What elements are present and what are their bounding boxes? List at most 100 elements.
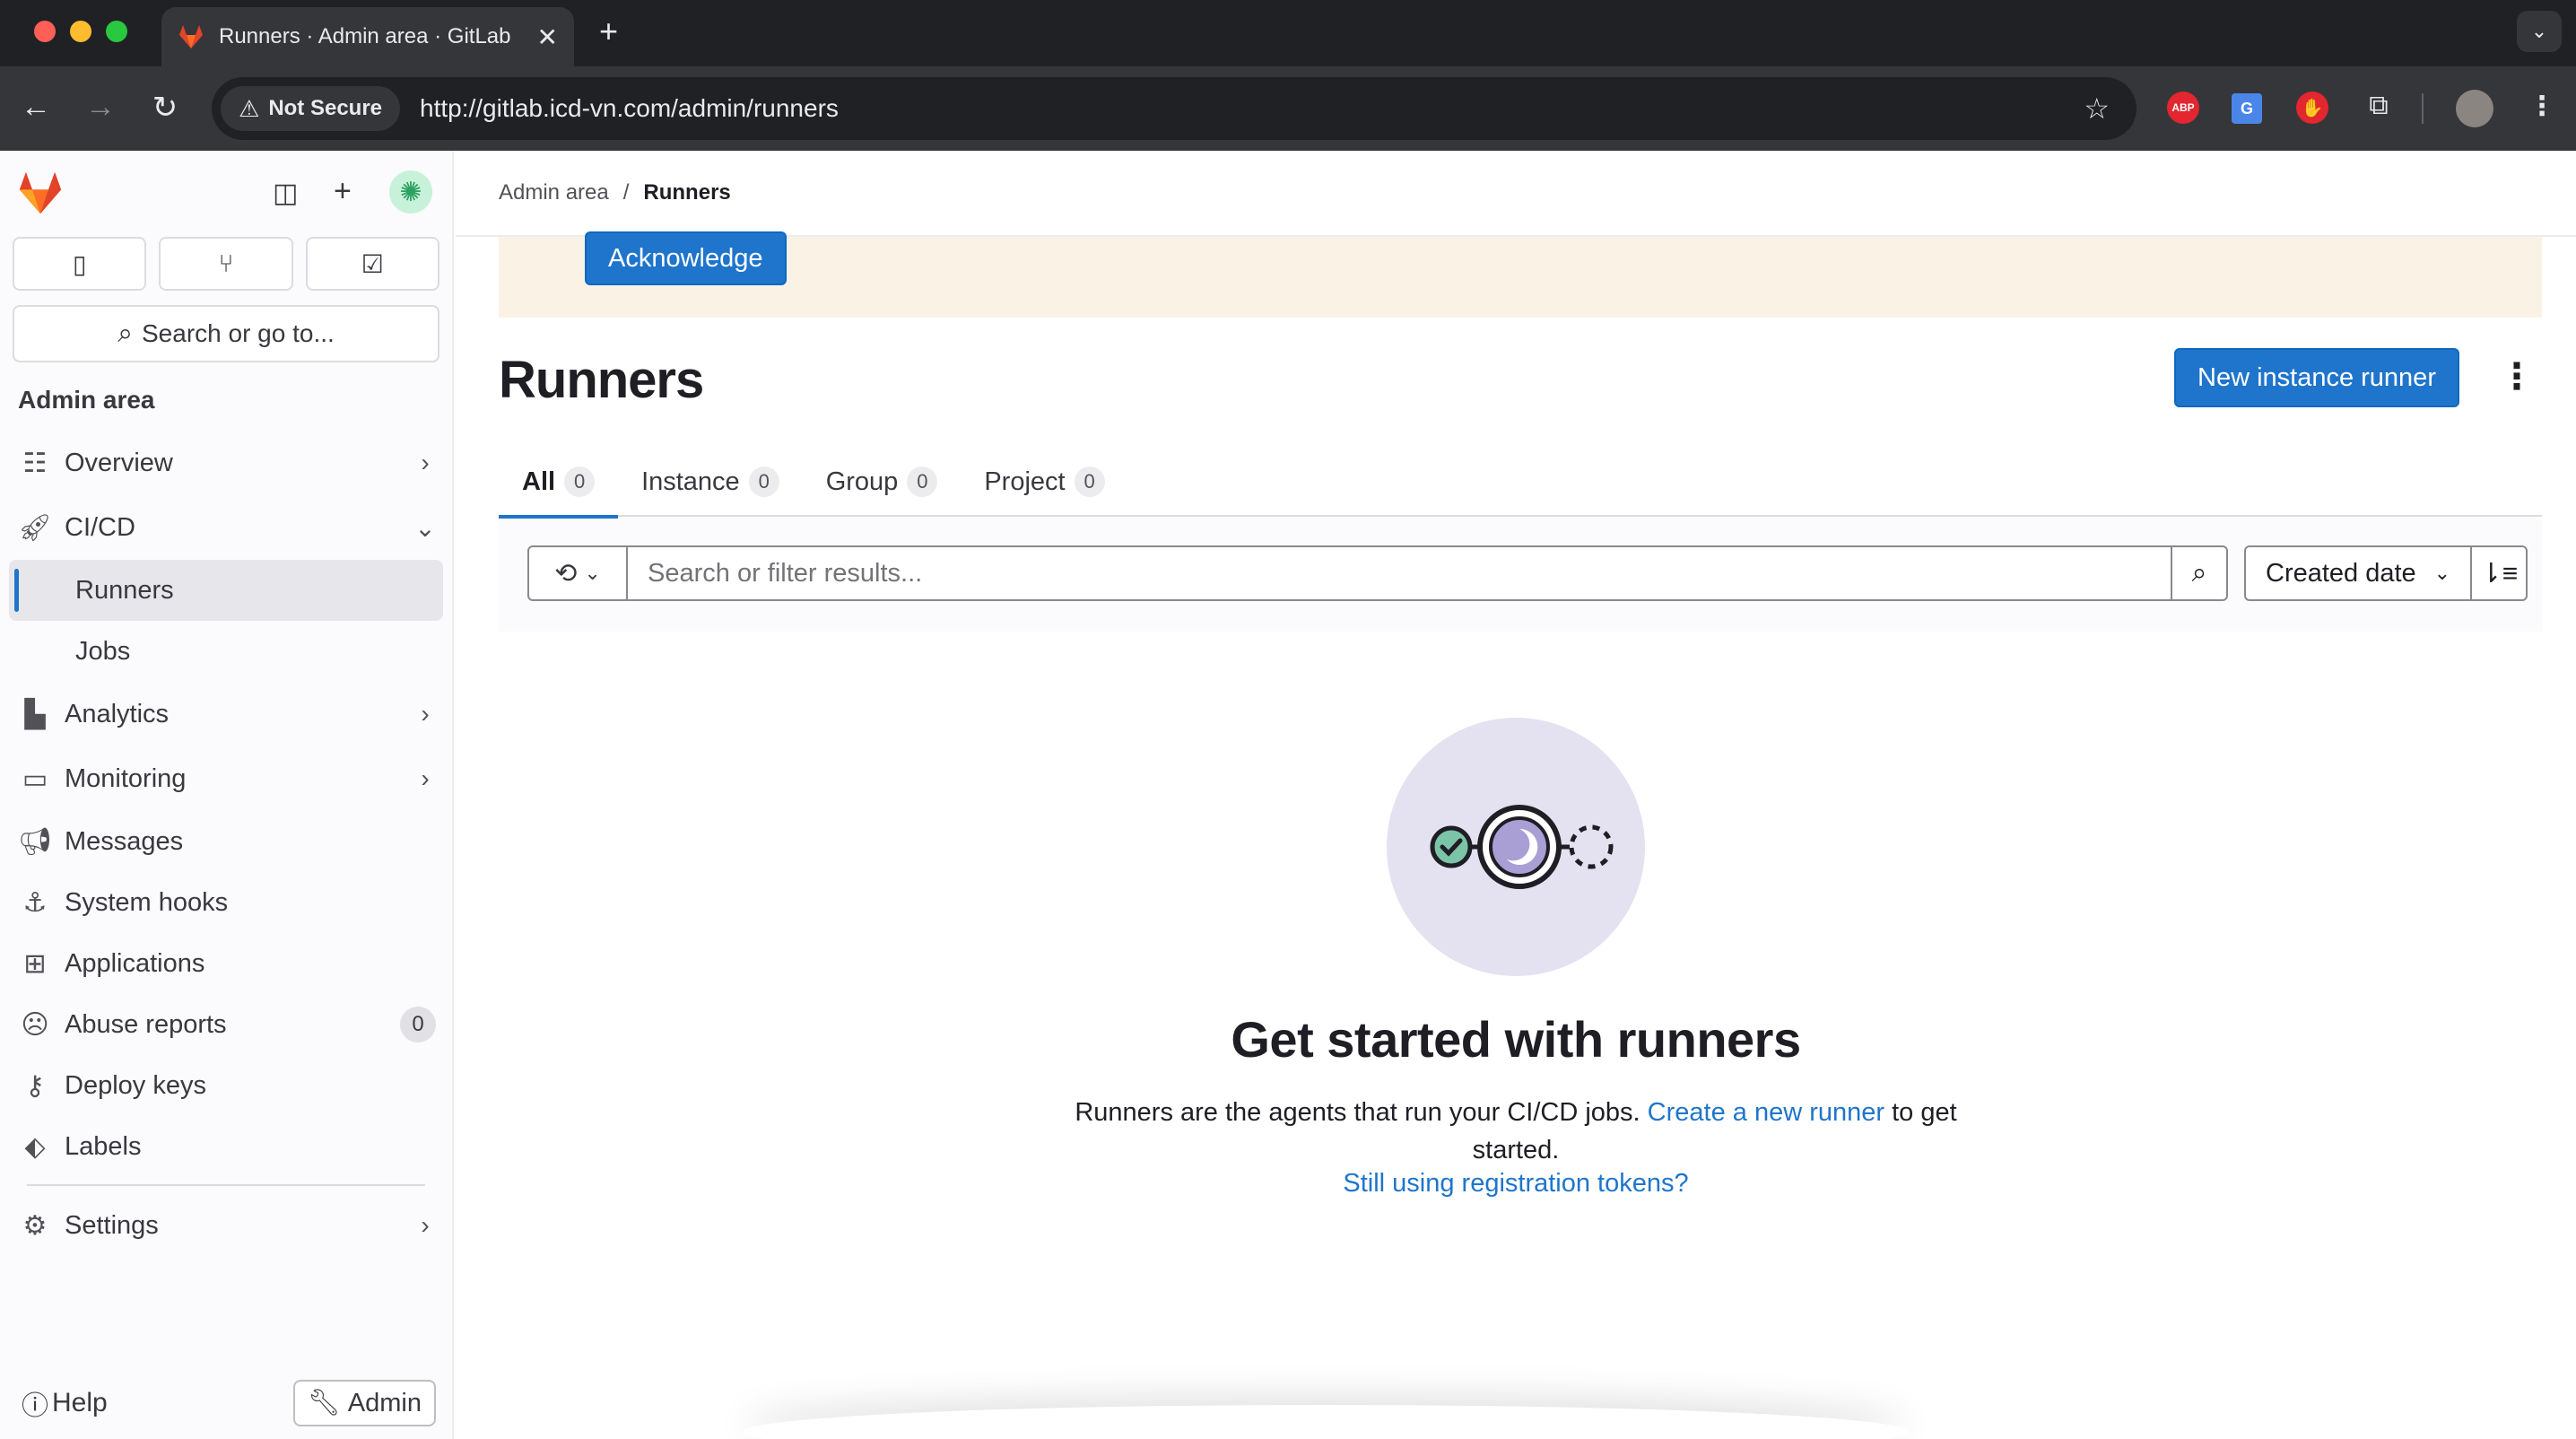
browser-menu-icon[interactable]: ⋮ xyxy=(2524,88,2560,124)
chevron-right-icon: › xyxy=(421,764,430,792)
sidebar-item-runners[interactable]: Runners xyxy=(9,560,443,621)
empty-state: Get started with runners Runners are the… xyxy=(456,718,2576,1199)
search-label: Search or go to... xyxy=(142,319,335,347)
history-icon: ⟲ xyxy=(554,558,578,589)
overview-icon: ☷ xyxy=(22,448,48,478)
user-avatar[interactable]: ✺ xyxy=(389,170,432,214)
tab-label: Group xyxy=(825,467,899,496)
frown-icon: ☹ xyxy=(21,1009,49,1040)
search-submit-button[interactable]: ⌕ xyxy=(2171,545,2228,601)
sidebar-item-abuse-reports[interactable]: ☹ Abuse reports 0 xyxy=(9,994,443,1055)
breadcrumb-separator: / xyxy=(622,180,630,205)
close-tab-icon[interactable]: ✕ xyxy=(537,22,558,52)
help-icon: ⓘ xyxy=(22,1391,48,1421)
chevron-down-icon: ⌄ xyxy=(2433,562,2450,584)
tab-project[interactable]: Project 0 xyxy=(961,447,1127,517)
gitlab-logo-icon[interactable] xyxy=(16,170,65,215)
adblock-extension-icon[interactable]: ABP xyxy=(2167,92,2199,124)
forward-icon[interactable]: → xyxy=(81,90,120,125)
empty-state-title: Get started with runners xyxy=(1231,1011,1801,1068)
tab-label: Project xyxy=(984,467,1066,496)
search-history-button[interactable]: ⟲ ⌄ xyxy=(527,545,628,601)
sidebar-item-deploy-keys[interactable]: ⚷ Deploy keys xyxy=(9,1055,443,1116)
more-actions-icon[interactable]: ⋮ xyxy=(2499,350,2535,404)
breadcrumb: Admin area / Runners xyxy=(456,151,2576,237)
close-window-button[interactable] xyxy=(34,21,56,42)
sort-field-dropdown[interactable]: Created date ⌄ xyxy=(2244,545,2472,601)
sidebar-item-overview[interactable]: ☷ Overview › xyxy=(9,431,443,495)
sidebar-item-cicd[interactable]: 🚀︎ CI/CD ⌄ xyxy=(9,495,443,560)
sidebar-item-analytics[interactable]: ▙ Analytics › xyxy=(9,682,443,746)
runners-illustration xyxy=(1387,718,1645,976)
create-runner-link[interactable]: Create a new runner xyxy=(1648,1098,1884,1127)
sidebar-item-messages[interactable]: 📢︎ Messages xyxy=(9,811,443,872)
sidebar-item-label: System hooks xyxy=(65,887,229,917)
anchor-icon: ⚓︎ xyxy=(22,887,48,918)
chevron-right-icon: › xyxy=(421,700,430,728)
help-button[interactable]: ⓘ Help xyxy=(22,1383,108,1423)
megaphone-icon: 📢︎ xyxy=(17,826,53,857)
maximize-window-button[interactable] xyxy=(106,21,127,42)
grid-icon: ⊞ xyxy=(23,948,47,979)
profile-avatar[interactable] xyxy=(2456,90,2493,127)
bottom-shadow xyxy=(743,1405,1909,1439)
chevron-down-icon: ⌄ xyxy=(414,513,436,542)
warning-icon: ⚠ xyxy=(239,94,260,122)
translate-icon[interactable]: G xyxy=(2232,93,2262,124)
merge-requests-icon[interactable]: ⑂ xyxy=(159,237,293,291)
todo-icon[interactable]: ☑ xyxy=(305,237,439,291)
sidebar-item-label: Messages xyxy=(65,826,184,856)
main-content: Admin area / Runners Acknowledge Runners… xyxy=(456,151,2576,1439)
registration-tokens-link[interactable]: Still using registration tokens? xyxy=(1343,1169,1688,1199)
puzzle-icon[interactable]: ⧉ xyxy=(2361,88,2397,124)
page-title: Runners xyxy=(499,351,704,409)
browser-tab[interactable]: Runners · Admin area · GitLab ✕ xyxy=(161,7,574,66)
sidebar-item-system-hooks[interactable]: ⚓︎ System hooks xyxy=(9,872,443,933)
acknowledge-button[interactable]: Acknowledge xyxy=(585,231,787,285)
sort-direction-button[interactable]: ⇂≡ xyxy=(2470,545,2528,601)
sort-field-label: Created date xyxy=(2266,558,2416,588)
sidebar-item-label: Labels xyxy=(65,1131,142,1161)
filter-bar: ⟲ ⌄ ⌕ Created date ⌄ ⇂≡ xyxy=(499,519,2542,632)
monitor-icon: ▭ xyxy=(22,763,48,794)
sidebar-item-applications[interactable]: ⊞ Applications xyxy=(9,933,443,994)
admin-button[interactable]: 🔧︎ Admin xyxy=(292,1380,436,1426)
url-text[interactable]: http://gitlab.icd-vn.com/admin/runners xyxy=(420,94,2084,123)
sidebar-item-monitoring[interactable]: ▭ Monitoring › xyxy=(9,746,443,811)
sidebar-section-title: Admin area xyxy=(18,386,155,414)
bookmark-star-icon[interactable]: ☆ xyxy=(2084,92,2110,126)
new-instance-runner-button[interactable]: New instance runner xyxy=(2174,348,2459,407)
breadcrumb-admin-area[interactable]: Admin area xyxy=(499,180,609,205)
sidebar-item-labels[interactable]: ⬖ Labels xyxy=(9,1116,443,1177)
sidebar-item-jobs[interactable]: Jobs xyxy=(9,621,443,682)
abuse-reports-count: 0 xyxy=(400,1007,436,1042)
search-button[interactable]: ⌕ Search or go to... xyxy=(13,305,439,362)
gear-icon: ⚙ xyxy=(22,1210,48,1241)
toggle-sidebar-icon[interactable]: ◫ xyxy=(273,178,298,209)
breadcrumb-current[interactable]: Runners xyxy=(643,180,730,205)
address-bar[interactable]: ⚠ Not Secure http://gitlab.icd-vn.com/ad… xyxy=(212,77,2137,140)
issues-icon[interactable]: ▯ xyxy=(13,237,147,291)
search-icon: ⌕ xyxy=(2191,558,2207,588)
sidebar: ◫ + ✺ ▯ ⑂ ☑ ⌕ Search or go to... Admin a… xyxy=(0,151,454,1439)
create-new-icon[interactable]: + xyxy=(334,174,352,209)
chevron-right-icon: › xyxy=(421,449,430,476)
filter-search-input[interactable] xyxy=(626,545,2172,601)
back-icon[interactable]: ← xyxy=(16,90,56,125)
sidebar-item-label: Deploy keys xyxy=(65,1070,206,1100)
tab-instance[interactable]: Instance 0 xyxy=(618,447,803,517)
sidebar-item-label: Settings xyxy=(65,1210,159,1240)
help-label: Help xyxy=(52,1388,108,1417)
chevron-right-icon: › xyxy=(421,1211,430,1239)
security-chip[interactable]: ⚠ Not Secure xyxy=(221,86,401,131)
tab-group[interactable]: Group 0 xyxy=(803,447,962,517)
tab-all[interactable]: All 0 xyxy=(499,447,619,519)
sidebar-item-label: Abuse reports xyxy=(65,1009,227,1039)
tab-search-chevron-icon[interactable]: ⌄ xyxy=(2517,11,2562,52)
sidebar-item-settings[interactable]: ⚙ Settings › xyxy=(9,1193,443,1258)
hand-icon[interactable]: ✋ xyxy=(2296,92,2328,124)
minimize-window-button[interactable] xyxy=(70,21,91,42)
reload-icon[interactable]: ↻ xyxy=(145,90,185,126)
tab-count: 0 xyxy=(748,467,779,497)
new-tab-icon[interactable]: + xyxy=(599,13,618,50)
